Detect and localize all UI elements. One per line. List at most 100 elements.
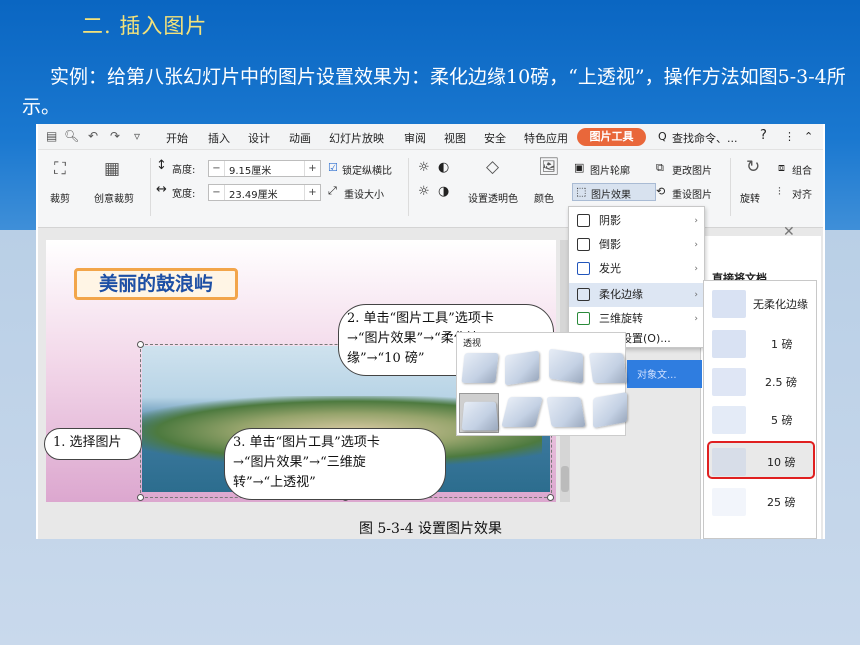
close-icon[interactable]: ✕ xyxy=(783,224,795,240)
height-plus-button[interactable]: + xyxy=(304,161,320,176)
perspective-option[interactable] xyxy=(549,348,583,384)
width-input[interactable]: − 23.49厘米 + xyxy=(208,184,321,201)
width-plus-button[interactable]: + xyxy=(304,185,320,200)
change-picture-icon[interactable]: ⧉ xyxy=(656,161,664,175)
outline-icon[interactable]: ▣ xyxy=(574,161,584,174)
creative-crop-button[interactable]: ▦ xyxy=(104,160,120,178)
chevron-right-icon: › xyxy=(694,314,698,324)
perspective-option[interactable] xyxy=(588,353,628,383)
help-icon[interactable]: ? xyxy=(760,128,767,143)
resize-handle[interactable] xyxy=(137,341,144,348)
soft-edge-option[interactable]: 5 磅 xyxy=(709,401,813,439)
soft-edge-swatch xyxy=(712,406,746,434)
menu-item-security[interactable]: 安全 xyxy=(484,130,506,146)
callout2-line1: 2. 单击“图片工具”选项卡 xyxy=(347,311,494,326)
divider xyxy=(150,158,151,216)
perspective-gallery: 透视 xyxy=(456,332,628,436)
reset-size-icon[interactable]: ⤢ xyxy=(328,184,337,198)
redo-icon[interactable]: ↷ xyxy=(110,129,120,143)
perspective-option[interactable] xyxy=(461,353,499,383)
menu-item-view[interactable]: 视图 xyxy=(444,130,466,146)
menu-item-slideshow[interactable]: 幻灯片放映 xyxy=(329,130,384,146)
creative-crop-label: 创意裁剪 xyxy=(94,194,134,205)
align-icon[interactable]: ⫶ xyxy=(778,185,781,199)
contrast-down-icon[interactable]: ◑ xyxy=(438,184,449,199)
file-icon[interactable]: ▤ xyxy=(46,129,57,143)
height-input[interactable]: − 9.15厘米 + xyxy=(208,160,321,177)
picture-effect-button[interactable]: ⬚ 图片效果 xyxy=(572,183,656,201)
tab-picture-tools[interactable]: 图片工具 xyxy=(577,128,646,146)
soft-edge-option[interactable]: 25 磅 xyxy=(709,483,813,521)
menu-item-home[interactable]: 开始 xyxy=(166,130,188,146)
resize-handle[interactable] xyxy=(547,494,554,501)
perspective-option[interactable] xyxy=(546,397,586,427)
change-picture-label[interactable]: 更改图片 xyxy=(672,162,712,177)
perspective-option[interactable] xyxy=(501,397,543,427)
width-minus-button[interactable]: − xyxy=(209,185,225,200)
menu-item-glow[interactable]: 发光 › xyxy=(569,257,704,281)
lock-checkbox[interactable]: ☑ xyxy=(328,161,338,174)
search-icon[interactable]: Q xyxy=(658,130,667,143)
align-label[interactable]: 对齐 xyxy=(792,186,812,201)
reset-size-label[interactable]: 重设大小 xyxy=(344,186,384,201)
dropdown-icon[interactable]: ▿ xyxy=(134,129,140,143)
lock-ratio-label: 锁定纵横比 xyxy=(342,166,392,177)
menu-item-animation[interactable]: 动画 xyxy=(289,130,311,146)
height-minus-button[interactable]: − xyxy=(209,161,225,176)
callout3-line3: 转”→“上透视” xyxy=(233,475,316,490)
slide-title: 美丽的鼓浪屿 xyxy=(74,268,238,300)
soft-edge-swatch xyxy=(712,290,746,318)
reset-picture-label[interactable]: 重设图片 xyxy=(672,186,712,201)
creative-crop-icon: ▦ xyxy=(104,159,121,179)
transparent-label: 设置透明色 xyxy=(468,194,518,205)
soft-edge-option[interactable]: 无柔化边缘 xyxy=(709,285,813,323)
color-button[interactable]: 🖼︎ xyxy=(538,158,560,176)
width-icon: ↔ xyxy=(156,182,167,197)
slide-body-text: 实例：给第八张幻灯片中的图片设置效果为：柔化边缘10磅，“上透视”，操作方法如图… xyxy=(22,66,846,118)
menu-item-features[interactable]: 特色应用 xyxy=(524,130,568,146)
menu-item-reflection[interactable]: 倒影 › xyxy=(569,233,704,257)
search-command[interactable]: 查找命令、... xyxy=(672,130,738,146)
soft-edge-swatch xyxy=(712,368,746,396)
transparent-color-button[interactable]: ◇ xyxy=(486,158,499,176)
soft-edge-option-selected[interactable]: 10 磅 xyxy=(707,441,815,479)
group-label[interactable]: 组合 xyxy=(792,162,812,177)
perspective-option[interactable] xyxy=(505,350,539,386)
menu-item-soft-edges[interactable]: 柔化边缘 › xyxy=(569,283,704,307)
menu-item-insert[interactable]: 插入 xyxy=(208,130,230,146)
figure-caption: 图 5-3-4 设置图片效果 xyxy=(358,521,503,537)
rotate-label: 旋转 xyxy=(740,194,760,205)
height-label: 高度: xyxy=(172,165,196,176)
perspective-top-preview xyxy=(461,401,499,431)
soft-edge-option[interactable]: 1 磅 xyxy=(709,325,813,363)
soft-edge-option[interactable]: 2.5 磅 xyxy=(709,363,813,401)
preview-icon[interactable]: 🔍︎ xyxy=(64,129,79,143)
resize-handle[interactable] xyxy=(137,494,144,501)
collapse-icon[interactable]: ⌃ xyxy=(804,130,813,143)
outline-label[interactable]: 图片轮廓 xyxy=(590,162,630,177)
callout-3d-rotation: 3. 单击“图片工具”选项卡 →“图片效果”→“三维旋 转”→“上透视” xyxy=(224,428,446,500)
brightness-down-icon[interactable]: ☼ xyxy=(418,184,430,199)
brightness-up-icon[interactable]: ☼ xyxy=(418,160,430,175)
height-icon: ↕ xyxy=(156,158,167,173)
menu-item-design[interactable]: 设计 xyxy=(248,130,270,146)
crop-label: 裁剪 xyxy=(50,194,70,205)
perspective-option[interactable] xyxy=(593,392,627,428)
scrollbar-thumb[interactable] xyxy=(561,466,569,492)
chevron-right-icon: › xyxy=(694,216,698,226)
picture-color-icon: 🖼︎ xyxy=(538,157,560,177)
menu-item-review[interactable]: 审阅 xyxy=(404,130,426,146)
glow-icon xyxy=(577,262,590,275)
more-icon[interactable]: ⋮ xyxy=(784,130,795,143)
group-icon[interactable]: ⧈ xyxy=(778,161,785,175)
width-value: 23.49厘米 xyxy=(229,190,278,201)
reset-picture-icon[interactable]: ⟲ xyxy=(656,185,665,198)
menu-item-3d-rotation[interactable]: 三维旋转 › xyxy=(569,307,704,331)
contrast-up-icon[interactable]: ◐ xyxy=(438,160,449,175)
undo-icon[interactable]: ↶ xyxy=(88,129,98,143)
divider xyxy=(730,158,731,216)
rotate-button[interactable]: ↻ xyxy=(746,158,760,176)
menu-item-shadow[interactable]: 阴影 › xyxy=(569,209,704,233)
crop-button[interactable]: ⛶ xyxy=(54,160,66,178)
perspective-option-selected[interactable] xyxy=(459,393,499,433)
